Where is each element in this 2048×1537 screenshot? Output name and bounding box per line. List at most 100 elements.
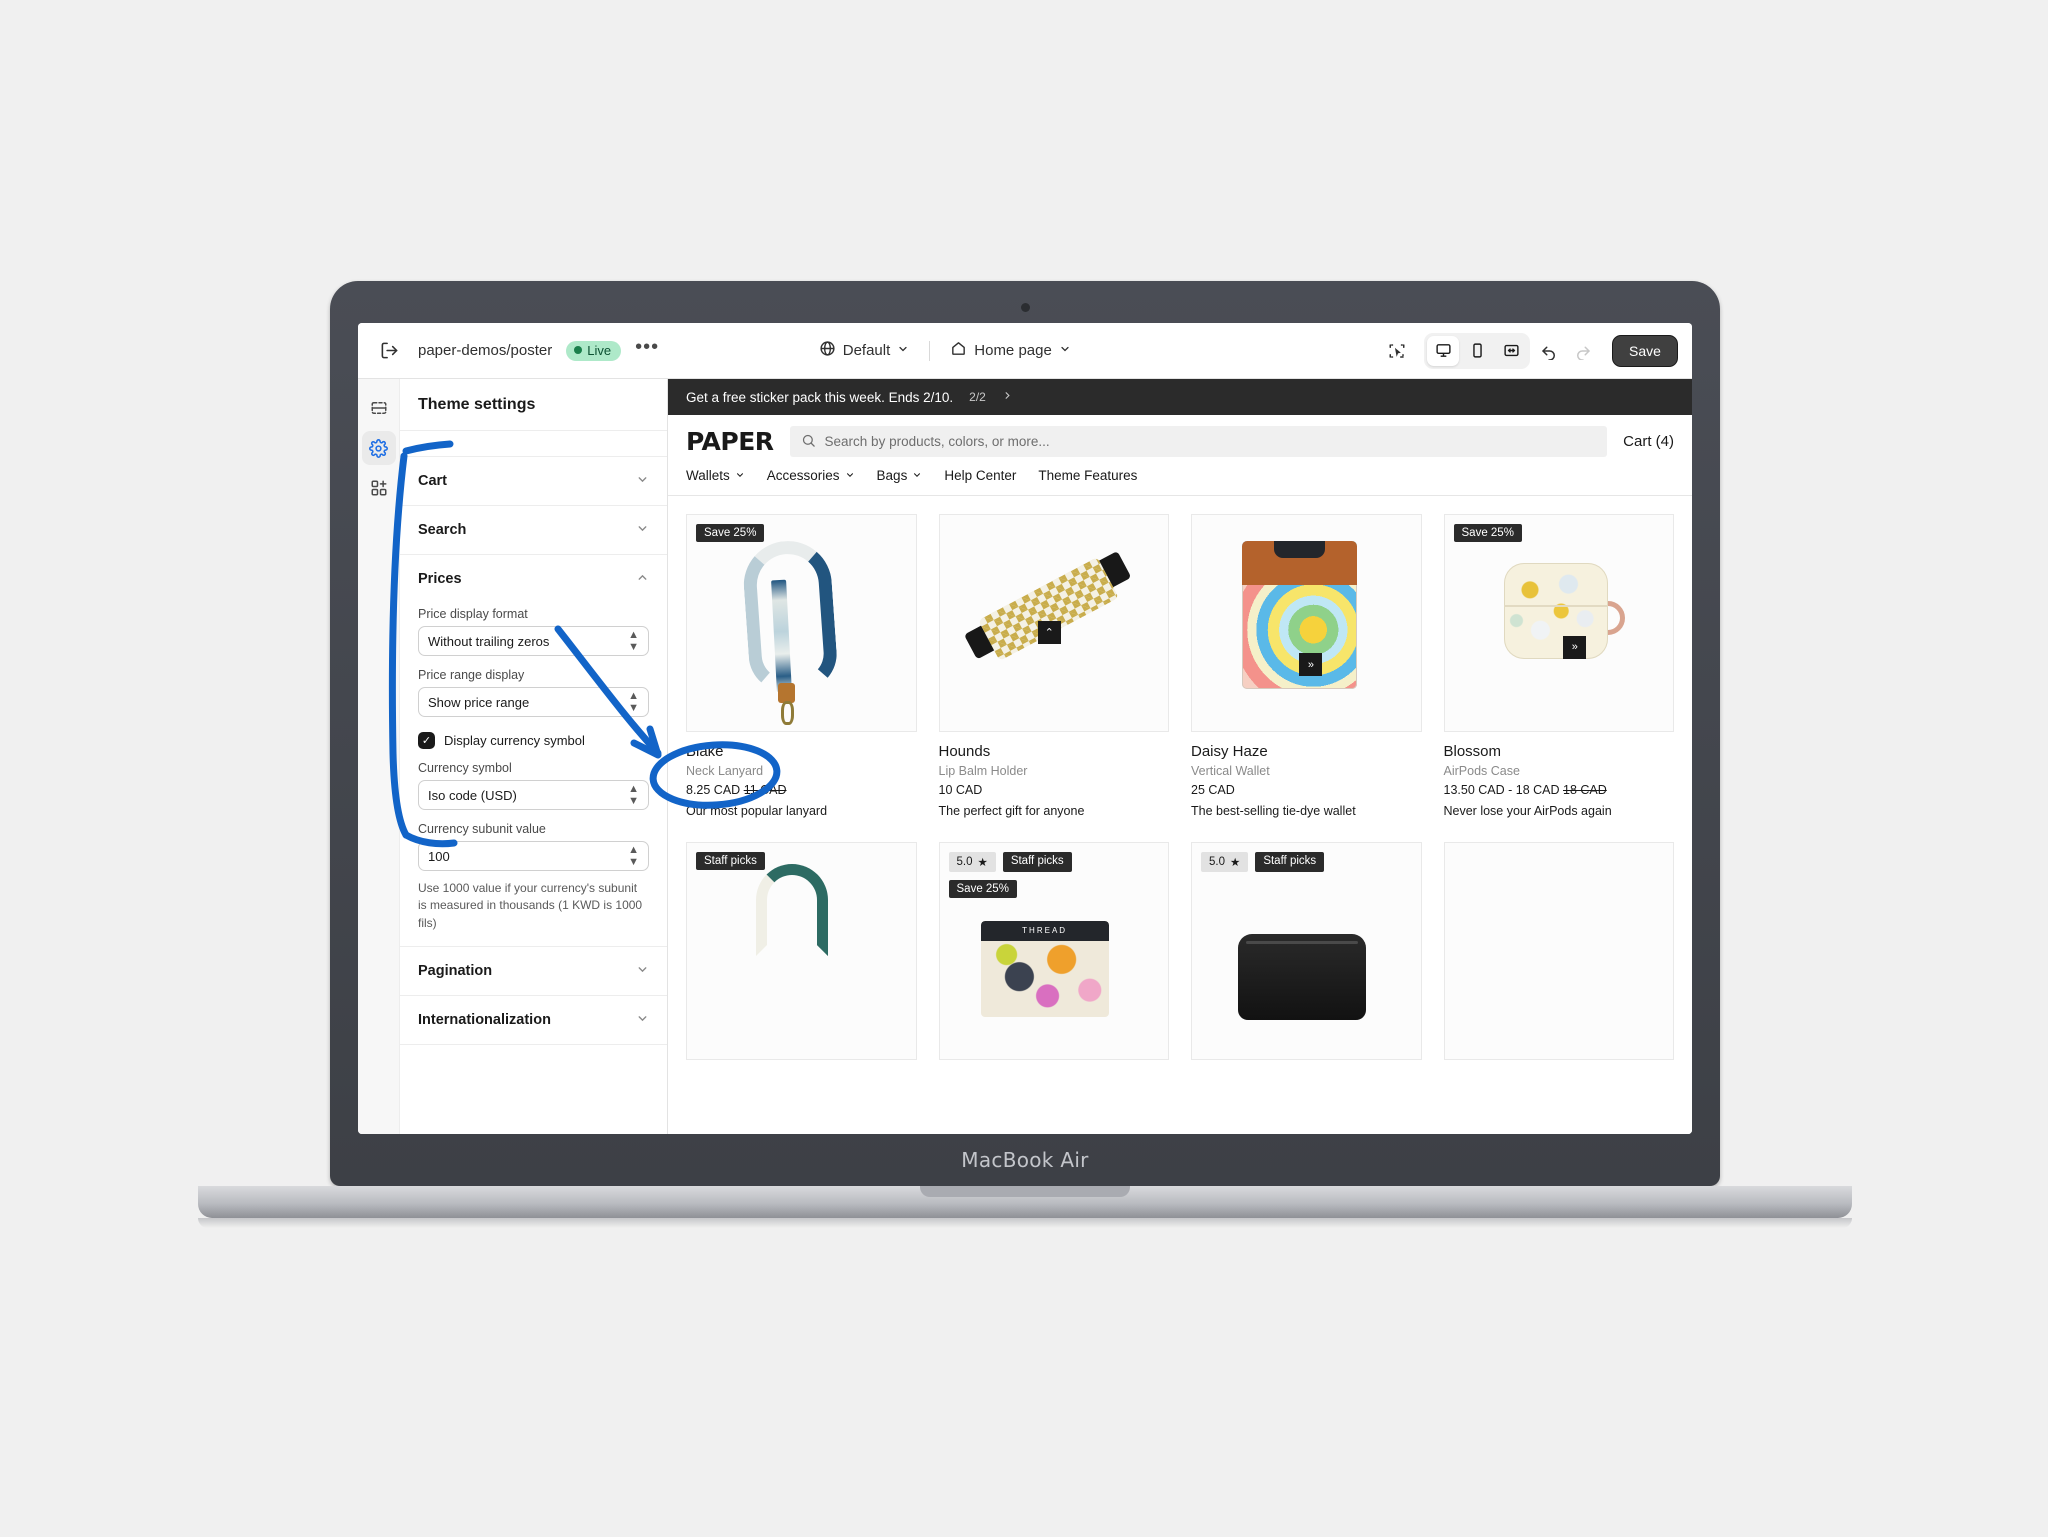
section-label: Search xyxy=(418,522,467,538)
staff-picks-badge: Staff picks xyxy=(1002,851,1072,872)
display-currency-symbol-label: Display currency symbol xyxy=(444,733,585,748)
selection-cursor-icon[interactable] xyxy=(1382,336,1412,366)
product-card[interactable]: 5.0 ★ Staff picks xyxy=(1191,841,1422,1060)
product-price: 25 CAD xyxy=(1191,783,1422,797)
nav-label: Wallets xyxy=(686,468,730,483)
price-range-display-select[interactable]: Show price range ▲ ▼ xyxy=(418,687,649,717)
sidebar-item-pagination[interactable]: Pagination xyxy=(400,947,667,997)
star-icon: ★ xyxy=(1230,856,1241,869)
product-image[interactable]: Save 25% » xyxy=(1443,514,1674,732)
store-logo[interactable]: PAPER xyxy=(686,427,774,456)
sidebar-item-prices[interactable]: Prices xyxy=(400,555,667,591)
product-card[interactable]: » Daisy Haze Vertical Wallet 25 CAD The … xyxy=(1191,514,1422,820)
sidebar-item-internationalization[interactable]: Internationalization xyxy=(400,996,667,1046)
full-width-icon[interactable] xyxy=(1495,336,1527,366)
stepper-icon: ▲ ▼ xyxy=(628,782,639,807)
more-options-button[interactable]: ••• xyxy=(635,337,659,359)
chevron-down-icon xyxy=(845,468,855,483)
screen: paper-demos/poster Live ••• Default Home… xyxy=(358,323,1692,1134)
product-title: Hounds xyxy=(938,743,991,760)
undo-icon[interactable] xyxy=(1534,336,1564,366)
rating-value: 5.0 xyxy=(956,855,973,868)
page-selector[interactable]: Home page xyxy=(942,335,1079,366)
price-display-format-select[interactable]: Without trailing zeros ▲ ▼ xyxy=(418,626,649,656)
product-image[interactable]: ⌃ xyxy=(938,514,1169,732)
chevron-down-icon xyxy=(636,1012,649,1028)
product-image[interactable]: 5.0 ★ Staff picks Save 25% THREAD xyxy=(938,841,1169,1060)
product-image[interactable]: Staff picks xyxy=(686,841,917,1060)
rating-value: 5.0 xyxy=(1209,855,1225,868)
product-price: 10 CAD xyxy=(939,783,1170,797)
section-label: Prices xyxy=(418,571,462,587)
sidebar-item-search[interactable]: Search xyxy=(400,506,667,555)
badge-group: Staff picks xyxy=(696,851,765,870)
discount-badge: Save 25% xyxy=(1453,524,1522,542)
panel-scroll-area[interactable]: Cart Search Prices Price display format … xyxy=(400,431,667,1134)
storefront-header: PAPER Search by products, colors, or mor… xyxy=(668,415,1692,468)
cart-link[interactable]: Cart (4) xyxy=(1623,433,1674,450)
laptop-lid: paper-demos/poster Live ••• Default Home… xyxy=(330,281,1720,1186)
badge-group: Save 25% xyxy=(1453,524,1522,542)
sidebar-item-cart[interactable]: Cart xyxy=(400,457,667,506)
product-image[interactable] xyxy=(1443,841,1674,1060)
chevron-down-icon xyxy=(636,522,649,538)
checkbox-checked-icon[interactable]: ✓ xyxy=(418,732,435,749)
apps-icon[interactable] xyxy=(362,471,396,505)
mobile-icon[interactable] xyxy=(1461,336,1493,366)
product-title: Blossom xyxy=(1443,743,1502,760)
badge-group-secondary: Save 25% xyxy=(948,879,1017,898)
discount-badge: Save 25% xyxy=(696,524,765,542)
currency-symbol-label: Currency symbol xyxy=(418,761,512,775)
nav-item-help-center[interactable]: Help Center xyxy=(944,468,1016,483)
sections-icon[interactable] xyxy=(362,391,396,425)
live-dot-icon xyxy=(574,346,583,354)
nav-label: Accessories xyxy=(766,468,840,483)
product-card[interactable]: ⌃ Hounds Lip Balm Holder 10 CAD The perf… xyxy=(938,514,1170,820)
locale-selector[interactable]: Default xyxy=(811,335,918,366)
product-card[interactable]: 5.0 ★ Staff picks Save 25% THREAD xyxy=(938,841,1169,1060)
product-image[interactable]: Save 25% xyxy=(686,514,917,732)
save-button[interactable]: Save xyxy=(1612,334,1678,367)
currency-subunit-input[interactable]: 100 ▲ ▼ xyxy=(418,841,649,871)
exit-icon[interactable] xyxy=(374,336,404,366)
nav-label: Bags xyxy=(876,468,908,483)
search-input[interactable]: Search by products, colors, or more... xyxy=(789,426,1608,457)
nav-item-wallets[interactable]: Wallets xyxy=(686,468,745,483)
product-subtitle: Vertical Wallet xyxy=(1191,764,1270,778)
locale-label: Default xyxy=(842,342,891,359)
device-label: MacBook Air xyxy=(961,1148,1089,1172)
currency-symbol-select[interactable]: Iso code (USD) ▲ ▼ xyxy=(418,780,649,810)
staff-picks-badge: Staff picks xyxy=(696,851,765,870)
topbar-right: Save xyxy=(1382,332,1678,369)
discount-badge: Save 25% xyxy=(948,879,1017,898)
product-image[interactable]: » xyxy=(1191,514,1422,732)
product-image[interactable]: 5.0 ★ Staff picks xyxy=(1191,841,1422,1060)
stepper-icon: ▲ ▼ xyxy=(628,843,639,868)
product-subtitle: Lip Balm Holder xyxy=(938,764,1028,778)
gear-icon[interactable] xyxy=(361,431,396,465)
laptop-mockup: paper-demos/poster Live ••• Default Home… xyxy=(198,281,1852,1281)
workspace: Theme settings Cart Search Prices Price … xyxy=(358,379,1692,1134)
nav-item-accessories[interactable]: Accessories xyxy=(767,468,855,483)
product-card[interactable]: Staff picks xyxy=(686,841,917,1060)
nav-item-bags[interactable]: Bags xyxy=(877,468,923,483)
chevron-right-icon[interactable] xyxy=(1002,390,1013,404)
display-currency-symbol-row[interactable]: ✓ Display currency symbol xyxy=(418,732,649,749)
product-card[interactable] xyxy=(1443,841,1674,1060)
stepper-icon: ▲ ▼ xyxy=(628,628,639,653)
store-name[interactable]: paper-demos/poster xyxy=(418,342,552,359)
currency-subunit-help-text: Use 1000 value if your currency's subuni… xyxy=(418,881,643,930)
chevron-down-icon xyxy=(912,468,922,483)
product-card[interactable]: Save 25% » Blossom AirPods Case 13.50 CA… xyxy=(1443,514,1674,820)
black-pouch-artwork xyxy=(1192,843,1421,1059)
chevron-down-icon xyxy=(636,473,649,489)
redo-icon xyxy=(1568,336,1598,366)
nav-item-theme-features[interactable]: Theme Features xyxy=(1038,468,1137,483)
star-icon: ★ xyxy=(977,856,988,869)
desktop-icon[interactable] xyxy=(1427,335,1460,366)
product-card[interactable]: Save 25% Blake Neck Lanyard 8.25 CAD 11 … xyxy=(686,514,917,820)
tote-artwork xyxy=(687,843,916,1059)
section-label: Pagination xyxy=(418,963,493,980)
product-description: Never lose your AirPods again xyxy=(1443,804,1612,818)
page-label: Home page xyxy=(974,342,1052,359)
